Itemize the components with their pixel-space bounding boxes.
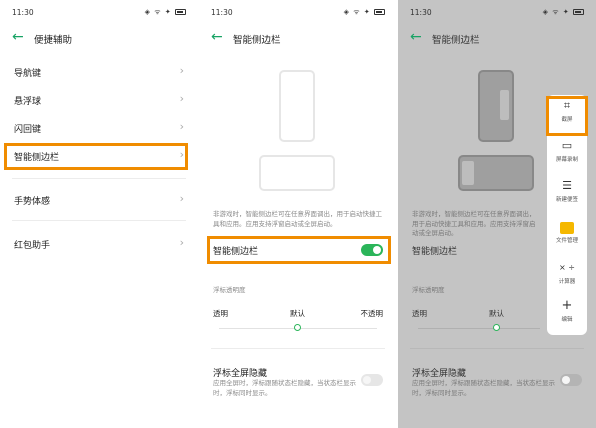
sidebar-handle-illustration bbox=[462, 161, 474, 185]
sidebar-handle-illustration bbox=[500, 90, 509, 120]
sidebar-item-screen-record[interactable]: ▭ 屏幕录制 bbox=[547, 135, 587, 175]
chevron-right-icon: › bbox=[179, 120, 184, 133]
menu-item-label: 悬浮球 bbox=[14, 97, 42, 107]
battery-icon bbox=[175, 9, 186, 15]
panel-convenience-assist: 11:30 ◈ ᯤ ✦ ← 便捷辅助 导航键 › 悬浮球 › 闪回键 › 智能侧… bbox=[0, 0, 198, 428]
opacity-slider-thumb[interactable] bbox=[294, 324, 301, 331]
chevron-right-icon: › bbox=[179, 192, 184, 205]
sidebar-item-new-note[interactable]: ☰ 新建便签 bbox=[547, 175, 587, 215]
divider bbox=[12, 220, 186, 221]
status-time: 11:30 bbox=[211, 8, 233, 17]
folder-icon bbox=[560, 222, 574, 234]
phone-portrait-illustration bbox=[279, 70, 315, 142]
toggle-label: 智能侧边栏 bbox=[412, 247, 458, 257]
panel-sidebar-open: 11:30 ◈ ᯤ ✦ ← 智能侧边栏 非游戏时，智能侧边栏可在任意界面调出，用… bbox=[398, 0, 596, 428]
toggle-knob bbox=[562, 376, 570, 384]
fullscreen-hide-title: 浮标全屏隐藏 bbox=[412, 369, 467, 379]
signal-icons: ◈ ᯤ ✦ bbox=[542, 8, 570, 16]
divider bbox=[211, 348, 385, 349]
status-icons: ◈ ᯤ ✦ bbox=[344, 8, 385, 17]
chevron-right-icon: › bbox=[179, 236, 184, 249]
smart-sidebar-toggle-row: 智能侧边栏 bbox=[412, 238, 540, 262]
status-icons: ◈ ᯤ ✦ bbox=[145, 8, 186, 17]
status-time: 11:30 bbox=[12, 8, 34, 17]
header: ← 智能侧边栏 bbox=[410, 30, 584, 48]
status-icons: ◈ ᯤ ✦ bbox=[543, 8, 584, 17]
battery-icon bbox=[374, 9, 385, 15]
sidebar-item-calculator[interactable]: × ÷ 计算器 bbox=[547, 257, 587, 297]
menu-item-label: 手势体感 bbox=[14, 197, 51, 207]
slider-label-transparent: 透明 bbox=[412, 309, 427, 318]
sidebar-item-file-manager[interactable]: 文件管理 bbox=[547, 217, 587, 257]
slider-label-opaque: 不透明 bbox=[360, 309, 384, 318]
status-bar: 11:30 ◈ ᯤ ✦ bbox=[410, 8, 584, 20]
phone-portrait-illustration bbox=[478, 70, 514, 142]
plus-icon: + bbox=[561, 298, 573, 313]
menu-item-nav-keys[interactable]: 导航键 › bbox=[14, 60, 184, 84]
header: ← 智能侧边栏 bbox=[211, 30, 385, 48]
slider-label-transparent: 透明 bbox=[213, 309, 228, 318]
menu-item-label: 红包助手 bbox=[14, 241, 51, 251]
feature-description: 非游戏时，智能侧边栏可在任意界面调出，用于启动快捷工具和应用。应用支持浮窗启动或… bbox=[412, 210, 536, 237]
page-title: 智能侧边栏 bbox=[432, 35, 480, 46]
chevron-right-icon: › bbox=[179, 64, 184, 77]
highlight-box bbox=[546, 96, 588, 136]
highlight-box bbox=[207, 236, 391, 264]
menu-item-flashback-key[interactable]: 闪回键 › bbox=[14, 116, 184, 140]
sidebar-item-label: 屏幕录制 bbox=[555, 157, 578, 163]
slider-label-default: 默认 bbox=[290, 309, 305, 318]
feature-description: 非游戏时，智能侧边栏可在任意界面调出，用于启动快捷工具和应用。应用支持浮窗启动或… bbox=[213, 210, 382, 228]
fullscreen-hide-toggle bbox=[560, 374, 582, 386]
slider-label-default: 默认 bbox=[489, 309, 504, 318]
menu-item-gesture[interactable]: 手势体感 › bbox=[14, 188, 184, 212]
menu-item-label: 闪回键 bbox=[14, 125, 42, 135]
opacity-section-title: 浮标透明度 bbox=[213, 286, 246, 294]
page-title: 便捷辅助 bbox=[34, 35, 73, 46]
divider bbox=[12, 178, 186, 179]
calculator-icon: × ÷ bbox=[559, 263, 575, 272]
fullscreen-hide-title: 浮标全屏隐藏 bbox=[213, 369, 268, 379]
highlight-box bbox=[4, 143, 188, 170]
battery-icon bbox=[573, 9, 584, 15]
sidebar-item-label: 文件管理 bbox=[555, 238, 578, 244]
note-icon: ☰ bbox=[562, 179, 572, 192]
status-time: 11:30 bbox=[410, 8, 432, 17]
toggle-knob bbox=[363, 376, 371, 384]
chevron-right-icon: › bbox=[179, 92, 184, 105]
menu-item-red-packet[interactable]: 红包助手 › bbox=[14, 232, 184, 256]
screen-record-icon: ▭ bbox=[561, 139, 573, 152]
menu-item-floating-ball[interactable]: 悬浮球 › bbox=[14, 88, 184, 112]
divider bbox=[410, 348, 584, 349]
menu-item-label: 导航键 bbox=[14, 69, 42, 79]
back-arrow-icon[interactable]: ← bbox=[12, 30, 26, 44]
signal-icons: ◈ ᯤ ✦ bbox=[144, 8, 172, 16]
fullscreen-hide-toggle[interactable] bbox=[361, 374, 383, 386]
fullscreen-hide-description: 应用全屏时，浮标跟随状态栏隐藏，当状态栏显示时，浮标同时显示。 bbox=[412, 379, 555, 397]
sidebar-item-edit[interactable]: + 编辑 bbox=[547, 295, 587, 335]
sidebar-item-label: 计算器 bbox=[558, 279, 576, 285]
page-title: 智能侧边栏 bbox=[233, 35, 281, 46]
phone-landscape-illustration bbox=[259, 155, 335, 191]
panel-smart-sidebar-settings: 11:30 ◈ ᯤ ✦ ← 智能侧边栏 非游戏时，智能侧边栏可在任意界面调出，用… bbox=[199, 0, 397, 428]
back-arrow-icon[interactable]: ← bbox=[410, 30, 424, 44]
sidebar-item-label: 新建便签 bbox=[555, 197, 578, 203]
opacity-slider-thumb bbox=[493, 324, 500, 331]
status-bar: 11:30 ◈ ᯤ ✦ bbox=[12, 8, 186, 20]
phone-landscape-illustration bbox=[458, 155, 534, 191]
status-bar: 11:30 ◈ ᯤ ✦ bbox=[211, 8, 385, 20]
fullscreen-hide-description: 应用全屏时，浮标跟随状态栏隐藏，当状态栏显示时，浮标同时显示。 bbox=[213, 379, 356, 397]
signal-icons: ◈ ᯤ ✦ bbox=[343, 8, 371, 16]
opacity-section-title: 浮标透明度 bbox=[412, 286, 445, 294]
opacity-slider-track bbox=[418, 328, 540, 329]
back-arrow-icon[interactable]: ← bbox=[211, 30, 225, 44]
header: ← 便捷辅助 bbox=[12, 30, 186, 48]
sidebar-item-label: 编辑 bbox=[561, 317, 573, 323]
